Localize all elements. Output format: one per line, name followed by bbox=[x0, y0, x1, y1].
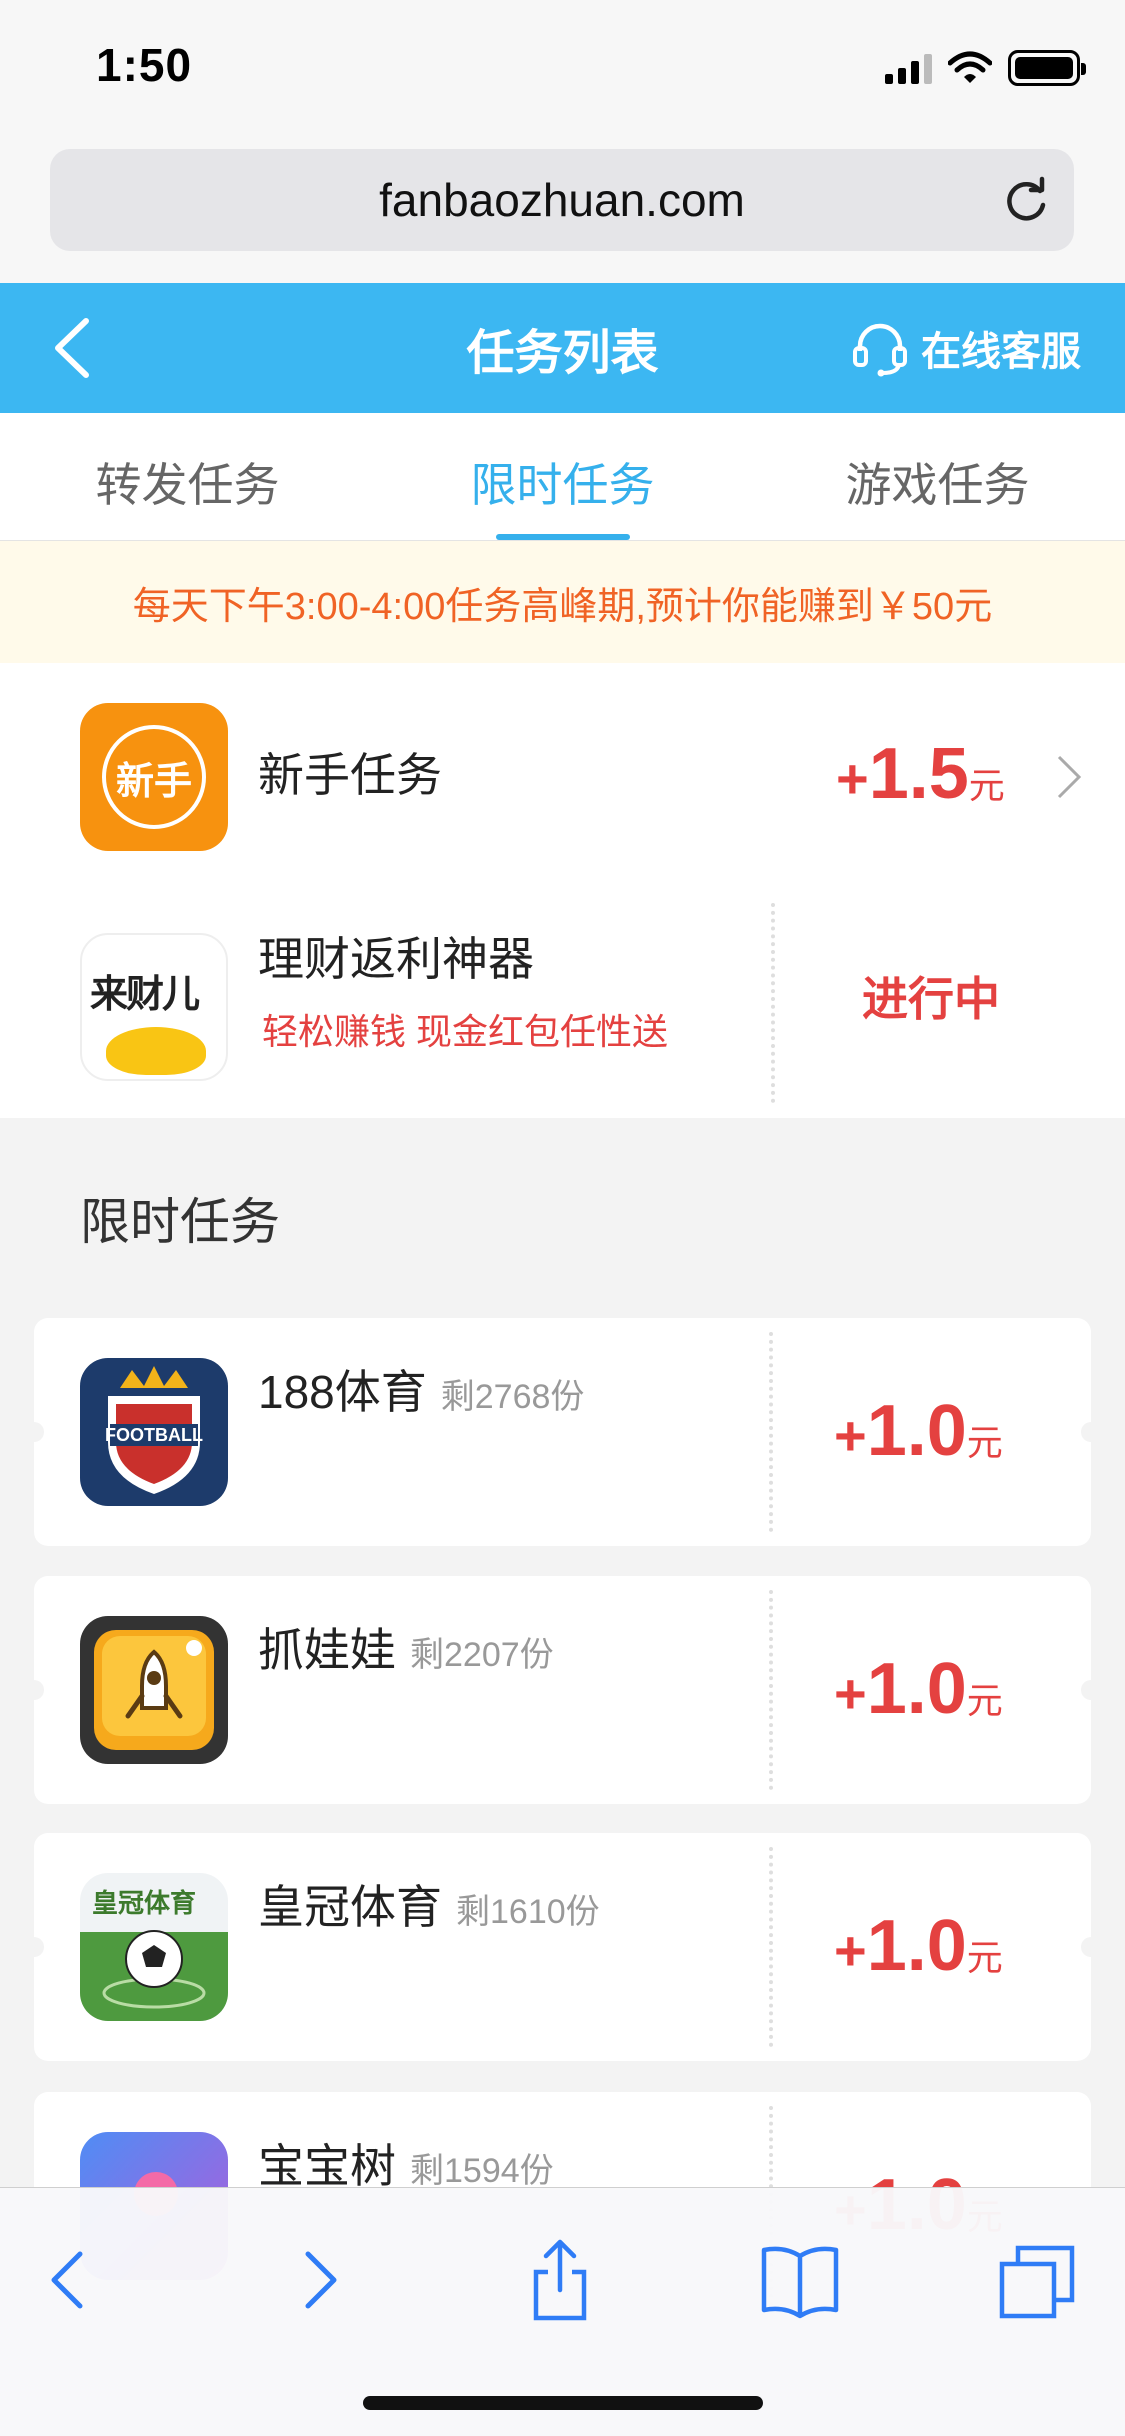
laicaier-app-icon: 来财儿 bbox=[80, 933, 228, 1081]
task-reward: +1.0元 bbox=[834, 1649, 1003, 1729]
football-shield-icon: FOOTBALL bbox=[80, 1358, 228, 1506]
status-bar: 1:50 bbox=[0, 0, 1125, 135]
task-name: 188体育 剩2768份 bbox=[258, 1366, 585, 1418]
finance-task-status: 进行中 bbox=[862, 973, 1000, 1025]
task-remaining: 剩1610份 bbox=[456, 1893, 600, 1931]
status-icons bbox=[885, 48, 1086, 88]
tab-forward-tasks[interactable]: 转发任务 bbox=[0, 413, 375, 540]
home-indicator bbox=[363, 2396, 763, 2410]
svg-text:FOOTBALL: FOOTBALL bbox=[105, 1425, 203, 1445]
section-title: 限时任务 bbox=[80, 1194, 280, 1250]
task-name: 皇冠体育 剩1610份 bbox=[258, 1881, 600, 1933]
newbie-task-name: 新手任务 bbox=[258, 749, 442, 801]
wifi-icon bbox=[948, 51, 992, 83]
app-header: 任务列表 在线客服 bbox=[0, 283, 1125, 413]
signal-icon bbox=[885, 52, 932, 84]
bookmarks-icon[interactable] bbox=[758, 2238, 842, 2322]
finance-task-name: 理财返利神器 bbox=[258, 933, 534, 985]
task-reward: +1.0元 bbox=[834, 1391, 1003, 1471]
finance-task-row[interactable]: 来财儿 理财返利神器 轻松赚钱 现金红包任性送 进行中 bbox=[0, 903, 1125, 1118]
newbie-badge-icon: 新手 bbox=[80, 703, 228, 851]
task-card[interactable]: 抓娃娃 剩2207份 +1.0元 bbox=[24, 1576, 1101, 1804]
dotted-divider bbox=[769, 1332, 773, 1532]
newbie-task-reward: +1.5元 bbox=[836, 734, 1005, 814]
dotted-divider bbox=[769, 1847, 773, 2047]
tab-game-tasks[interactable]: 游戏任务 bbox=[750, 413, 1125, 540]
reload-icon[interactable] bbox=[1000, 175, 1052, 227]
tabs-icon[interactable] bbox=[996, 2238, 1080, 2322]
peak-hours-notice: 每天下午3:00-4:00任务高峰期,预计你能赚到￥50元 bbox=[0, 541, 1125, 663]
task-name: 抓娃娃 剩2207份 bbox=[258, 1624, 554, 1676]
browser-toolbar bbox=[0, 2187, 1125, 2436]
status-time: 1:50 bbox=[96, 39, 193, 91]
task-card[interactable]: FOOTBALL 188体育 剩2768份 +1.0元 bbox=[24, 1318, 1101, 1546]
battery-icon bbox=[1008, 50, 1086, 86]
customer-service-button[interactable]: 在线客服 bbox=[851, 319, 1081, 377]
chevron-right-icon bbox=[1057, 755, 1082, 799]
browser-forward-icon[interactable] bbox=[274, 2238, 358, 2322]
task-remaining: 剩1594份 bbox=[410, 2152, 554, 2190]
address-bar[interactable]: fanbaozhuan.com bbox=[50, 149, 1074, 251]
url-text: fanbaozhuan.com bbox=[379, 174, 745, 226]
finance-task-subtitle: 轻松赚钱 现金红包任性送 bbox=[262, 1011, 669, 1052]
task-card[interactable]: 皇冠体育 皇冠体育 剩1610份 +1.0元 bbox=[24, 1833, 1101, 2061]
task-tabs: 转发任务 限时任务 游戏任务 bbox=[0, 413, 1125, 541]
browser-back-icon[interactable] bbox=[30, 2238, 114, 2322]
task-remaining: 剩2207份 bbox=[410, 1636, 554, 1674]
customer-service-label: 在线客服 bbox=[921, 330, 1081, 374]
featured-tasks: 新手 新手任务 +1.5元 来财儿 理财返利神器 轻松赚钱 现金红包任性送 进行… bbox=[0, 663, 1125, 1118]
dotted-divider bbox=[769, 1590, 773, 1790]
browser-address-area: fanbaozhuan.com bbox=[0, 135, 1125, 283]
task-remaining: 剩2768份 bbox=[440, 1378, 585, 1416]
headset-icon bbox=[853, 323, 907, 377]
newbie-task-row[interactable]: 新手 新手任务 +1.5元 bbox=[0, 663, 1125, 893]
share-icon[interactable] bbox=[518, 2238, 602, 2322]
task-reward: +1.0元 bbox=[834, 1906, 1003, 1986]
dotted-divider bbox=[771, 903, 775, 1103]
tab-limited-tasks[interactable]: 限时任务 bbox=[375, 413, 750, 540]
claw-machine-icon bbox=[80, 1616, 228, 1764]
soccer-ball-icon: 皇冠体育 bbox=[80, 1873, 228, 2021]
